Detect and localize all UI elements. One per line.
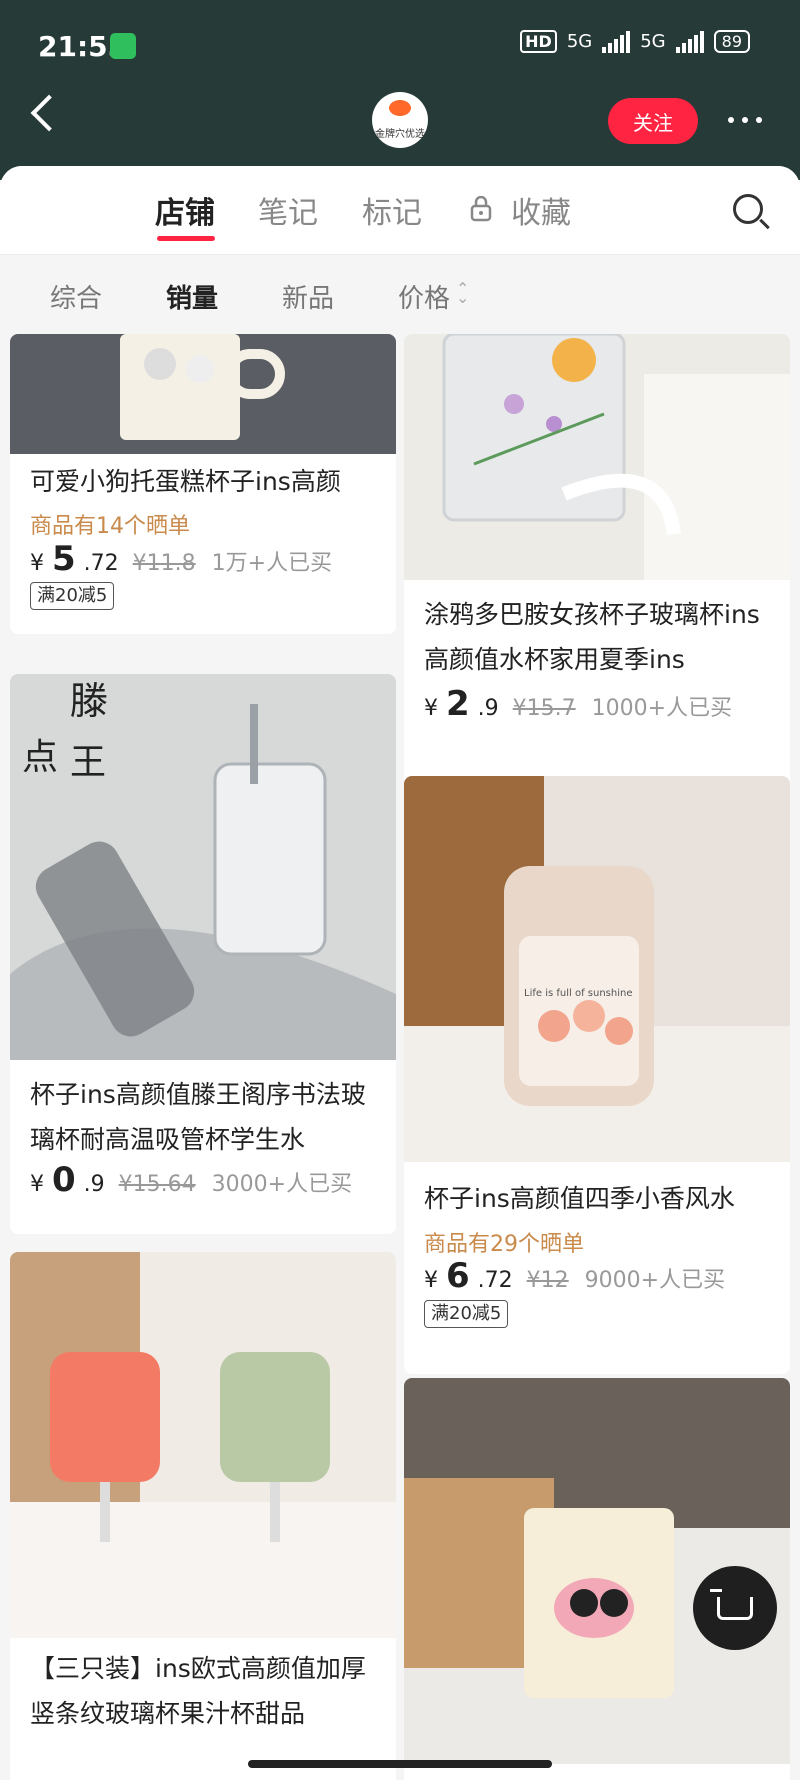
- product-title: 可爱小狗托蛋糕杯子ins高颜: [30, 467, 341, 496]
- tab-store[interactable]: 店铺: [155, 188, 215, 232]
- product-image-2: [404, 334, 790, 580]
- home-indicator[interactable]: [248, 1760, 552, 1768]
- tab-favorites[interactable]: 收藏: [511, 188, 571, 232]
- hd-icon: HD: [520, 30, 557, 53]
- product-image-4-text: Life is full of sunshine: [524, 988, 632, 999]
- product-image-1: [10, 334, 396, 454]
- svg-text:点: 点: [22, 737, 58, 778]
- filter-sales[interactable]: 销量: [166, 278, 218, 315]
- tab-bar: 店铺 笔记 标记 收藏: [0, 166, 800, 255]
- original-price: ¥12: [526, 1268, 569, 1293]
- product-image-4: Life is full of sunshine: [404, 776, 790, 1162]
- tab-active-indicator: [157, 236, 215, 241]
- product-image-5: [10, 1252, 396, 1638]
- review-count: 商品有29个晒单: [424, 1232, 584, 1257]
- review-count: 商品有14个晒单: [30, 514, 190, 539]
- shop-logo-mascot-icon: [389, 100, 411, 116]
- original-price: ¥15.64: [118, 1172, 196, 1197]
- product-title: 涂鸦多巴胺女孩杯子玻璃杯ins高颜值水杯家用夏季ins: [424, 600, 760, 674]
- cart-icon: [710, 1588, 753, 1620]
- network-label-1: 5G: [566, 31, 593, 52]
- price-integer: 5: [52, 539, 76, 579]
- signal-icon-2: [675, 30, 704, 53]
- price-row: ¥2.9 ¥15.7 1000+人已买: [424, 684, 733, 724]
- lock-icon: [470, 196, 492, 222]
- sold-count: 9000+人已买: [584, 1268, 726, 1293]
- svg-text:王: 王: [70, 742, 106, 783]
- sold-count: 1万+人已买: [211, 551, 333, 576]
- price-integer: 0: [52, 1160, 76, 1200]
- battery-icon: 89: [713, 30, 750, 53]
- price-row: ¥5.72 ¥11.8 1万+人已买: [30, 539, 333, 579]
- follow-button[interactable]: 关注: [608, 98, 698, 144]
- filter-price[interactable]: 价格: [398, 278, 450, 315]
- price-row: ¥0.9 ¥15.64 3000+人已买: [30, 1160, 353, 1200]
- network-label-2: 5G: [640, 31, 666, 52]
- product-card-1[interactable]: 可爱小狗托蛋糕杯子ins高颜 商品有14个晒单 ¥5.72 ¥11.8 1万+人…: [10, 334, 396, 634]
- tab-notes[interactable]: 笔记: [258, 188, 318, 232]
- content-sheet: 店铺 笔记 标记 收藏 综合 销量 新品 价格 ⌃ ⌄ 可爱小狗托蛋糕杯子ins高…: [0, 166, 800, 1780]
- product-title: 杯子ins高颜值滕王阁序书法玻璃杯耐高温吸管杯学生水: [30, 1080, 366, 1154]
- original-price: ¥11.8: [132, 551, 196, 576]
- shop-logo[interactable]: 金牌穴优选: [372, 92, 428, 148]
- coupon-badge: 满20减5: [424, 1300, 509, 1328]
- back-icon[interactable]: [30, 94, 68, 132]
- signal-icon: [602, 30, 631, 53]
- product-image-3: 滕 点 王: [10, 674, 396, 1060]
- cart-button[interactable]: [693, 1566, 777, 1650]
- product-card-4[interactable]: Life is full of sunshine 杯子ins高颜值四季小香风水 …: [404, 776, 790, 1374]
- sort-arrows-icon[interactable]: ⌃ ⌄: [456, 281, 469, 306]
- status-icons: HD 5G 5G 89: [520, 30, 750, 53]
- price-integer: 6: [446, 1256, 470, 1296]
- product-card-3[interactable]: 滕 点 王 杯子ins高颜值滕王阁序书法玻璃杯耐高温吸管杯学生水 ¥0.9 ¥1…: [10, 674, 396, 1234]
- product-title: 杯子ins高颜值四季小香风水: [424, 1184, 735, 1213]
- top-bar: 21:55 HD 5G 5G 89 金牌穴优选 关注: [0, 0, 800, 180]
- filter-new[interactable]: 新品: [282, 278, 334, 315]
- price-integer: 2: [446, 684, 470, 724]
- tab-marks[interactable]: 标记: [362, 188, 422, 232]
- coupon-badge: 满20减5: [30, 582, 115, 610]
- filter-overall[interactable]: 综合: [50, 278, 102, 315]
- sold-count: 3000+人已买: [211, 1172, 353, 1197]
- svg-text:滕: 滕: [70, 679, 108, 723]
- sold-count: 1000+人已买: [591, 696, 733, 721]
- shield-icon: [110, 33, 136, 59]
- price-row: ¥6.72 ¥12 9000+人已买: [424, 1256, 726, 1296]
- more-icon[interactable]: [728, 117, 762, 123]
- product-card-5[interactable]: 【三只装】ins欧式高颜值加厚竖条纹玻璃杯果汁杯甜品: [10, 1252, 396, 1780]
- filter-bar: 综合 销量 新品 价格 ⌃ ⌄: [0, 254, 800, 332]
- original-price: ¥15.7: [512, 696, 576, 721]
- product-title: 【三只装】ins欧式高颜值加厚竖条纹玻璃杯果汁杯甜品: [30, 1654, 366, 1728]
- search-icon[interactable]: [733, 194, 763, 224]
